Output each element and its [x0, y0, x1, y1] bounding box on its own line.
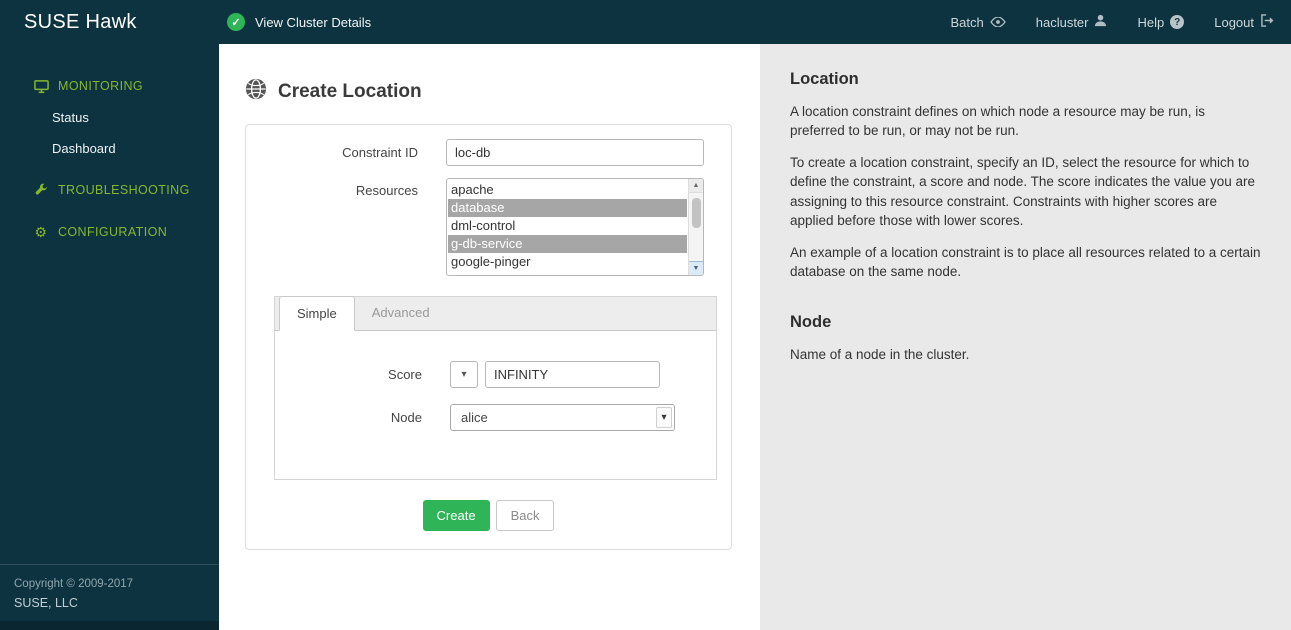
resource-option-database[interactable]: database [448, 199, 687, 217]
help-title-location: Location [790, 70, 859, 88]
help-section-node: Node Name of a node in the cluster. [790, 313, 1261, 364]
resource-option-apache[interactable]: apache [448, 181, 687, 199]
topbar-nav: Batch hacluster Help ? Logout [950, 14, 1275, 30]
right-column: ✓ View Cluster Details Batch hacluster H… [219, 0, 1291, 630]
sidebar-section-troubleshooting[interactable]: TROUBLESHOOTING [0, 174, 219, 206]
node-select-value: alice [461, 410, 488, 425]
question-icon: ? [1170, 15, 1185, 29]
create-button[interactable]: Create [422, 500, 490, 531]
sidebar-section-configuration-wrap: ⚙ CONFIGURATION [0, 216, 219, 248]
cluster-status-link[interactable]: ✓ View Cluster Details [227, 13, 371, 31]
sidebar-section-monitoring-wrap: MONITORING Status Dashboard [0, 70, 219, 164]
user-menu[interactable]: hacluster [1036, 14, 1108, 30]
node-label: Node [390, 410, 422, 425]
chevron-down-icon: ▾ [461, 369, 467, 380]
scrollbar-thumb[interactable] [691, 198, 701, 228]
node-row: Node alice ▾ [275, 404, 716, 431]
globe-icon [245, 78, 267, 106]
help-paragraph: To create a location constraint, specify… [790, 155, 1256, 228]
resources-label: Resources [355, 183, 418, 198]
gear-icon: ⚙ [34, 224, 48, 240]
score-row: Score ▾ [275, 361, 716, 388]
score-label: Score [388, 367, 422, 382]
wrench-icon [33, 182, 49, 198]
tab-strip: Simple Advanced [274, 296, 717, 331]
help-panel: Location A location constraint defines o… [760, 44, 1291, 630]
sidebar-section-configuration[interactable]: ⚙ CONFIGURATION [0, 216, 219, 248]
form-actions: Create Back [260, 500, 717, 531]
constraint-id-row: Constraint ID [260, 139, 717, 166]
score-dropdown-button[interactable]: ▾ [450, 361, 478, 388]
constraint-tab-panel: Simple Advanced Score ▾ INFINITY Node al… [274, 296, 717, 480]
resource-option-google-pinger[interactable]: google-pinger [448, 253, 687, 271]
logout-link[interactable]: Logout [1214, 14, 1275, 30]
username-label: hacluster [1035, 14, 1089, 30]
help-section-location: Location A location constraint defines o… [790, 70, 1261, 281]
chevron-down-icon: ▾ [656, 407, 672, 428]
cluster-status-label: View Cluster Details [255, 14, 372, 30]
resource-option-dml-control[interactable]: dml-control [448, 217, 687, 235]
logout-label: Logout [1214, 14, 1254, 30]
help-paragraph: Name of a node in the cluster. [790, 347, 970, 363]
resource-option-g-db-service[interactable]: g-db-service [448, 235, 687, 253]
sidebar: SUSE Hawk MONITORING Status Dashboard TR… [0, 0, 219, 630]
content-area: Create Location Constraint ID Resources … [219, 44, 1291, 630]
app-logo[interactable]: SUSE Hawk [0, 0, 219, 44]
page-title: Create Location [278, 81, 422, 102]
main-panel: Create Location Constraint ID Resources … [219, 44, 760, 630]
eye-icon [989, 15, 1006, 30]
tab-content-simple: Score ▾ Node alice ▾ [274, 331, 717, 480]
score-input[interactable] [485, 361, 660, 388]
tab-advanced[interactable]: Advanced [355, 296, 447, 330]
scroll-down-button[interactable]: ▼ [689, 261, 703, 275]
create-location-form: Constraint ID Resources apache database … [245, 124, 732, 550]
sidebar-section-troubleshooting-wrap: TROUBLESHOOTING [0, 174, 219, 206]
listbox-scrollbar[interactable]: ▲ ▼ [688, 179, 703, 275]
back-button[interactable]: Back [495, 500, 555, 531]
batch-link[interactable]: Batch [950, 14, 1006, 30]
node-select[interactable]: alice ▾ [450, 404, 675, 431]
copyright-line-1: Copyright © 2009-2017 [14, 577, 134, 590]
sidebar-section-label: CONFIGURATION [58, 225, 168, 239]
sidebar-section-label: TROUBLESHOOTING [58, 183, 190, 197]
batch-label: Batch [950, 14, 984, 30]
sidebar-section-label: MONITORING [58, 79, 144, 93]
help-title-node: Node [790, 313, 832, 332]
app-root: SUSE Hawk MONITORING Status Dashboard TR… [0, 0, 1291, 630]
resources-row: Resources apache database dml-control g-… [260, 178, 717, 276]
resources-listbox[interactable]: apache database dml-control g-db-service… [446, 178, 704, 276]
resources-options: apache database dml-control g-db-service… [448, 181, 687, 271]
help-link[interactable]: Help ? [1137, 14, 1185, 30]
page-title-row: Create Location [245, 78, 732, 106]
copyright: Copyright © 2009-2017 SUSE, LLC [0, 563, 219, 621]
sidebar-nav: MONITORING Status Dashboard TROUBLESHOOT… [0, 44, 219, 564]
constraint-id-label: Constraint ID [342, 145, 418, 160]
topbar: ✓ View Cluster Details Batch hacluster H… [219, 0, 1291, 44]
sidebar-footer-strip [0, 621, 219, 630]
help-paragraph: An example of a location constraint is t… [790, 244, 1261, 280]
sidebar-item-status[interactable]: Status [0, 102, 219, 133]
scroll-up-button[interactable]: ▲ [689, 179, 703, 193]
cluster-ok-icon: ✓ [227, 13, 245, 31]
constraint-id-input[interactable] [446, 139, 704, 166]
sidebar-section-monitoring[interactable]: MONITORING [0, 70, 219, 102]
logout-icon [1260, 14, 1275, 30]
tab-simple[interactable]: Simple [279, 296, 355, 331]
user-icon [1094, 14, 1107, 30]
help-label: Help [1137, 14, 1165, 30]
help-paragraph: A location constraint defines on which n… [790, 104, 1205, 139]
copyright-line-2: SUSE, LLC [14, 596, 78, 610]
sidebar-item-dashboard[interactable]: Dashboard [0, 133, 219, 164]
monitor-icon [33, 78, 49, 94]
